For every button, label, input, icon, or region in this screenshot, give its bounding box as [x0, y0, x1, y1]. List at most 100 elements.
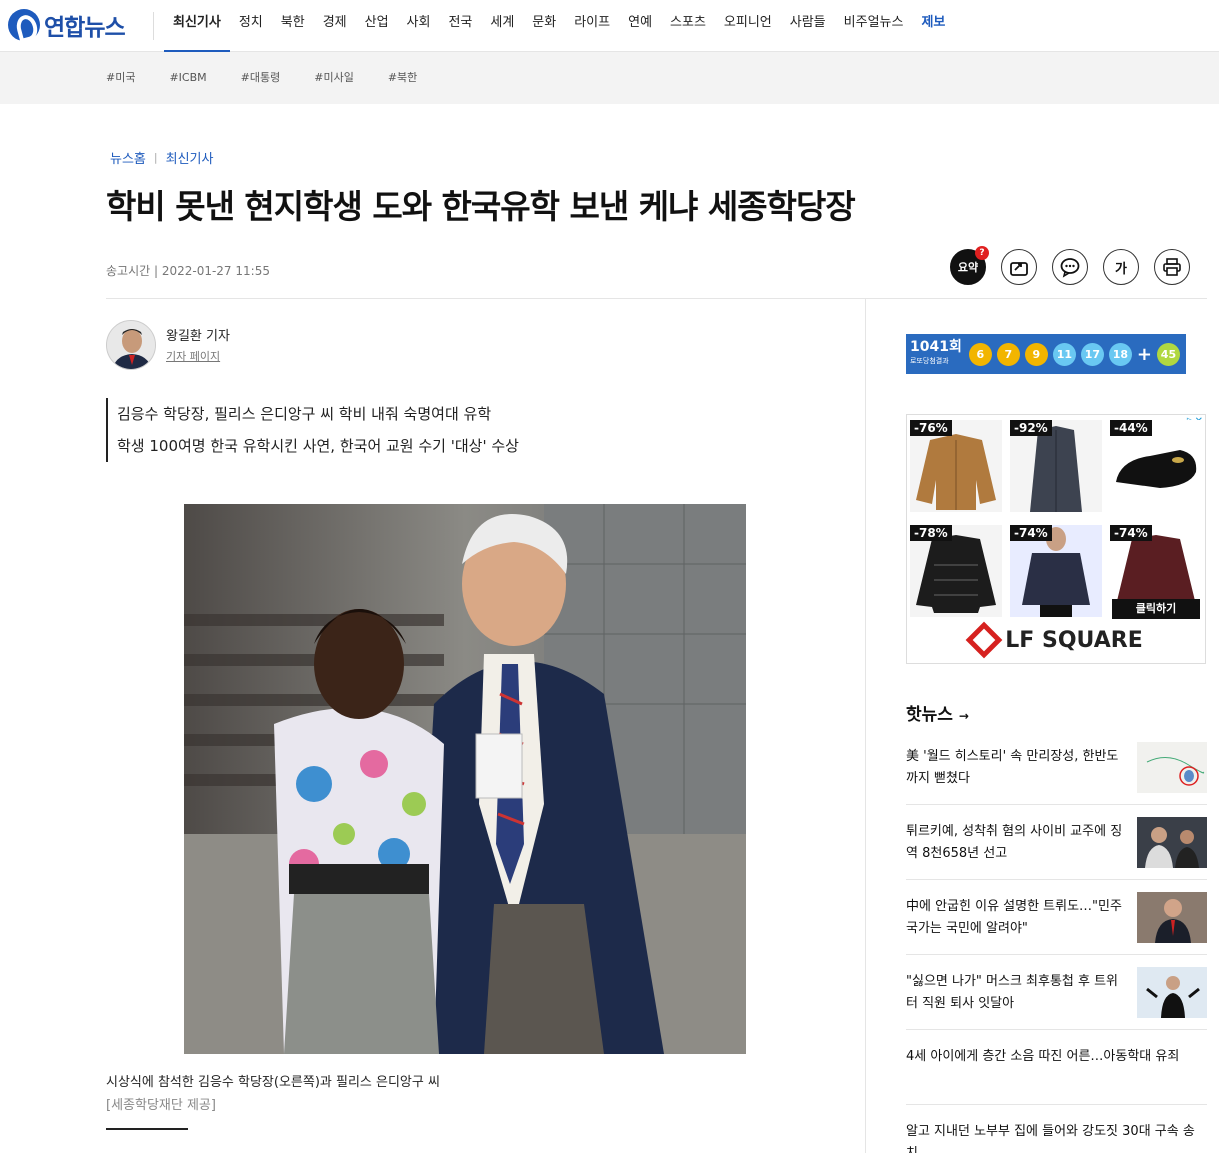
- nav-life[interactable]: 라이프: [565, 0, 619, 52]
- reporter-photo: [107, 321, 155, 369]
- lotto-banner[interactable]: 1041회 로또당첨결과 6 7 9 11 17 18 + 45: [906, 334, 1186, 374]
- nav-people[interactable]: 사람들: [781, 0, 835, 52]
- nav-north-korea[interactable]: 북한: [272, 0, 314, 52]
- breadcrumb-separator: |: [153, 151, 158, 164]
- nav-national[interactable]: 전국: [439, 0, 481, 52]
- printer-icon: [1163, 258, 1181, 276]
- ad-discount: -76%: [910, 420, 952, 436]
- ad-click-button[interactable]: 클릭하기: [1112, 599, 1200, 619]
- tag-missile[interactable]: #미사일: [314, 52, 354, 104]
- lotto-ball: 17: [1080, 342, 1104, 366]
- hot-news-headline[interactable]: 中에 안굽힌 이유 설명한 트뤼도…"민주국가는 국민에 알려야": [906, 896, 1126, 940]
- reporter-page-link[interactable]: 기자 페이지: [166, 348, 220, 364]
- lotto-ball: 11: [1052, 342, 1076, 366]
- article-title: 학비 못낸 현지학생 도와 한국유학 보낸 케냐 세종학당장: [106, 187, 856, 226]
- lotto-sub-label: 로또당첨결과: [910, 357, 949, 365]
- nav-world[interactable]: 세계: [481, 0, 523, 52]
- tag-north-korea[interactable]: #북한: [388, 52, 417, 104]
- ad-discount: -74%: [1110, 525, 1152, 541]
- breadcrumb-section[interactable]: 최신기사: [166, 148, 214, 167]
- hot-news-headline[interactable]: 美 '월드 히스토리' 속 만리장성, 한반도까지 뻗쳤다: [906, 746, 1126, 790]
- comment-button[interactable]: [1052, 249, 1088, 285]
- ad-discount: -74%: [1010, 525, 1052, 541]
- breadcrumb-home[interactable]: 뉴스홈: [110, 148, 146, 167]
- ad-product[interactable]: -44%: [1110, 420, 1202, 512]
- lotto-plus: +: [1136, 343, 1152, 365]
- hot-news-thumbnail[interactable]: [1137, 742, 1207, 793]
- lotto-round-label: 1041회: [910, 339, 962, 355]
- share-button[interactable]: [1001, 249, 1037, 285]
- nav-economy[interactable]: 경제: [314, 0, 356, 52]
- summary-help-badge: ?: [975, 246, 989, 260]
- breadcrumb: 뉴스홈 | 최신기사: [110, 148, 213, 167]
- nav-entertainment[interactable]: 연예: [619, 0, 661, 52]
- hot-news-title[interactable]: 핫뉴스 →: [906, 700, 969, 725]
- article-photo[interactable]: [184, 504, 746, 1054]
- nav-industry[interactable]: 산업: [356, 0, 398, 52]
- print-button[interactable]: [1154, 249, 1190, 285]
- list-item[interactable]: 튀르키예, 성착취 혐의 사이비 교주에 징역 8천658년 선고: [906, 805, 1207, 880]
- list-item[interactable]: 美 '월드 히스토리' 속 만리장성, 한반도까지 뻗쳤다: [906, 730, 1207, 805]
- hot-news-headline[interactable]: 튀르키예, 성착취 혐의 사이비 교주에 징역 8천658년 선고: [906, 821, 1126, 865]
- logo-text: 연합뉴스: [44, 15, 126, 41]
- header-divider: [106, 298, 1207, 299]
- ad-product[interactable]: -78%: [910, 525, 1002, 617]
- reporter-avatar[interactable]: [106, 320, 156, 370]
- lf-square-ad[interactable]: ▷✕ -76% -92% -44% -78% -74% -74% 클릭하기 LF…: [906, 414, 1206, 664]
- photo-illustration: [184, 504, 746, 1054]
- column-divider: [865, 298, 866, 1153]
- list-item[interactable]: "싫으면 나가" 머스크 최후통첩 후 트위터 직원 퇴사 잇달아: [906, 955, 1207, 1030]
- hot-news-thumbnail[interactable]: [1137, 967, 1207, 1018]
- summary-button[interactable]: 요약 ?: [950, 246, 989, 285]
- ad-brand: LF SQUARE: [907, 621, 1205, 659]
- article-tools: 요약 ? 가: [950, 246, 1190, 285]
- ad-product[interactable]: -92%: [1010, 420, 1102, 512]
- top-navigation: 연합뉴스 최신기사 정치 북한 경제 산업 사회 전국 세계 문화 라이프 연예…: [0, 0, 1219, 53]
- tag-president[interactable]: #대통령: [241, 52, 281, 104]
- courtroom-thumbnail-image: [1137, 817, 1207, 868]
- nav-society[interactable]: 사회: [398, 0, 440, 52]
- trudeau-thumbnail-image: [1137, 892, 1207, 943]
- ad-discount: -44%: [1110, 420, 1152, 436]
- reporter-name: 왕길환 기자: [166, 329, 230, 344]
- summary-label: 요약: [957, 261, 979, 274]
- list-item[interactable]: 4세 아이에게 층간 소음 따진 어른…아동학대 유죄: [906, 1030, 1207, 1105]
- nav-latest[interactable]: 최신기사: [164, 0, 230, 53]
- subhead-line: 김응수 학당장, 필리스 은디앙구 씨 학비 내줘 숙명여대 유학: [117, 405, 492, 423]
- tag-usa[interactable]: #미국: [106, 52, 135, 104]
- hot-news-thumbnail[interactable]: [1137, 817, 1207, 868]
- hot-news-headline[interactable]: "싫으면 나가" 머스크 최후통첩 후 트위터 직원 퇴사 잇달아: [906, 971, 1126, 1015]
- nav-tip[interactable]: 제보: [912, 0, 954, 52]
- nav-opinion[interactable]: 오피니언: [715, 0, 781, 52]
- ad-product[interactable]: -76%: [910, 420, 1002, 512]
- nav-visual-news[interactable]: 비주얼뉴스: [835, 0, 913, 52]
- nav-culture[interactable]: 문화: [523, 0, 565, 52]
- lf-logo-icon: [965, 621, 1003, 659]
- list-item[interactable]: 中에 안굽힌 이유 설명한 트뤼도…"민주국가는 국민에 알려야": [906, 880, 1207, 955]
- nav-sports[interactable]: 스포츠: [661, 0, 715, 52]
- musk-thumbnail-image: [1137, 967, 1207, 1018]
- font-size-button[interactable]: 가: [1103, 249, 1139, 285]
- hot-news-thumbnail[interactable]: [1137, 892, 1207, 943]
- logo-mark-icon: [8, 9, 40, 41]
- hot-news-headline[interactable]: 4세 아이에게 층간 소음 따진 어른…아동학대 유죄: [906, 1046, 1206, 1068]
- photo-caption: 시상식에 참석한 김응수 학당장(오른쪽)과 필리스 은디앙구 씨: [106, 1075, 440, 1090]
- tag-icbm[interactable]: #ICBM: [169, 52, 206, 104]
- article-body-marker: [106, 1128, 188, 1130]
- share-icon: [1010, 262, 1028, 276]
- lotto-ball: 7: [996, 342, 1020, 366]
- tag-bar: #미국 #ICBM #대통령 #미사일 #북한: [0, 52, 1219, 104]
- lotto-ball: 18: [1108, 342, 1132, 366]
- list-item[interactable]: 알고 지내던 노부부 집에 들어와 강도짓 30대 구속 송치: [906, 1105, 1207, 1153]
- hot-news-headline[interactable]: 알고 지내던 노부부 집에 들어와 강도짓 30대 구속 송치: [906, 1121, 1206, 1153]
- article-subhead: 김응수 학당장, 필리스 은디앙구 씨 학비 내줘 숙명여대 유학 학생 100…: [106, 398, 519, 462]
- article-meta: 송고시간 | 2022-01-27 11:55: [106, 264, 270, 278]
- ad-brand-name: LF SQUARE: [1005, 627, 1143, 653]
- map-thumbnail-image: [1137, 742, 1207, 793]
- yonhap-logo[interactable]: 연합뉴스: [8, 6, 126, 44]
- lotto-round: 1041회 로또당첨결과: [910, 340, 962, 368]
- lotto-ball: 6: [968, 342, 992, 366]
- ad-product[interactable]: -74%: [1010, 525, 1102, 617]
- speech-bubble-icon: [1060, 258, 1080, 278]
- nav-politics[interactable]: 정치: [230, 0, 272, 52]
